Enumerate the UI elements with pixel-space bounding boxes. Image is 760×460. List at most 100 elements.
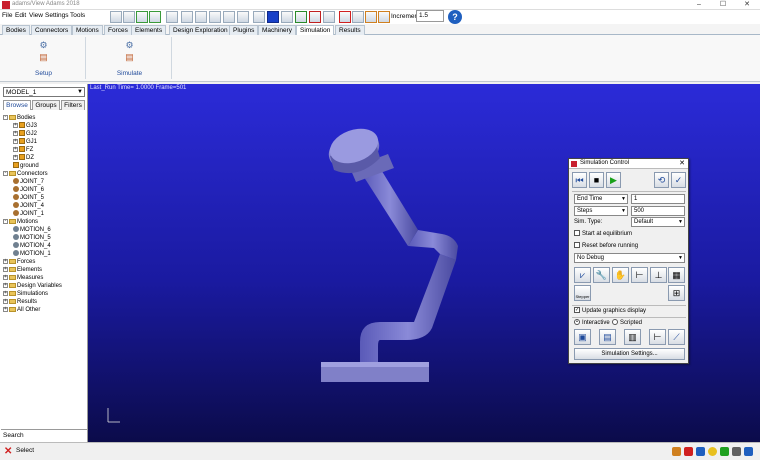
- rewind-icon[interactable]: ⏮: [572, 172, 587, 188]
- tree-node[interactable]: + Forces: [3, 258, 35, 266]
- save-icon[interactable]: [123, 11, 135, 23]
- tab-filters[interactable]: Filters: [61, 100, 85, 110]
- end-time-input[interactable]: 1: [631, 194, 685, 204]
- tree-node[interactable]: + Results: [3, 298, 37, 306]
- tree-node[interactable]: + FZ: [13, 146, 33, 154]
- view-front-icon[interactable]: [181, 11, 193, 23]
- expand-toggle-icon[interactable]: +: [3, 306, 8, 312]
- undo-icon[interactable]: [136, 11, 148, 23]
- status-icon-4[interactable]: [708, 447, 717, 456]
- view-right-icon[interactable]: [209, 11, 221, 23]
- expand-toggle-icon[interactable]: +: [13, 130, 18, 136]
- stepper-button[interactable]: Stepper: [574, 285, 591, 301]
- expand-toggle-icon[interactable]: +: [3, 274, 8, 280]
- tree-node[interactable]: JOINT_6: [13, 186, 44, 194]
- status-icon-6[interactable]: [732, 447, 741, 456]
- simulation-control-dialog[interactable]: Simulation Control ✕ ⏮ ■ ▶ ⟲ ✓ End Time ▼…: [568, 158, 689, 364]
- ribbon-group-simulate[interactable]: ⚙ ▤ Simulate: [88, 37, 172, 79]
- simulation-settings-button[interactable]: Simulation Settings...: [574, 348, 685, 360]
- tab-connectors[interactable]: Connectors: [31, 25, 73, 35]
- tools-icon[interactable]: [378, 11, 390, 23]
- graph-plot-icon[interactable]: ⊥: [650, 267, 667, 283]
- tree-node[interactable]: + GJ3: [13, 122, 37, 130]
- tab-simulation[interactable]: Simulation: [296, 25, 335, 35]
- select-tool-icon[interactable]: [166, 11, 178, 23]
- expand-toggle-icon[interactable]: +: [13, 154, 18, 160]
- tree-node[interactable]: + Simulations: [3, 290, 48, 298]
- search-input[interactable]: Search: [1, 429, 87, 440]
- postprocess-icon[interactable]: ⟋: [668, 329, 685, 345]
- rotate-view-icon[interactable]: [323, 11, 335, 23]
- menu-tools[interactable]: Tools: [70, 12, 85, 19]
- view-top-icon[interactable]: [195, 11, 207, 23]
- stop-icon[interactable]: ■: [589, 172, 604, 188]
- tree-node[interactable]: + GJ2: [13, 130, 37, 138]
- dialog-title-bar[interactable]: Simulation Control ✕: [569, 159, 688, 169]
- tree-node[interactable]: JOINT_5: [13, 194, 44, 202]
- center-view-icon[interactable]: [309, 11, 321, 23]
- tab-results[interactable]: Results: [335, 25, 365, 35]
- tab-bodies[interactable]: Bodies: [2, 25, 30, 35]
- sim-type-select[interactable]: Default ▼: [631, 217, 685, 227]
- tab-plugins[interactable]: Plugins: [229, 25, 259, 35]
- close-icon[interactable]: ✕: [736, 0, 758, 10]
- tab-elements[interactable]: Elements: [131, 25, 167, 35]
- maximize-icon[interactable]: ☐: [712, 0, 734, 10]
- update-graphics-checkbox[interactable]: ✓ Update graphics display: [574, 307, 646, 315]
- expand-toggle-icon[interactable]: -: [3, 170, 8, 176]
- status-icon-2[interactable]: [684, 447, 693, 456]
- tree-node[interactable]: + Measures: [3, 274, 43, 282]
- status-icon-3[interactable]: [696, 447, 705, 456]
- tree-node[interactable]: + DZ: [13, 154, 34, 162]
- expand-toggle-icon[interactable]: -: [3, 218, 8, 224]
- tree-node[interactable]: JOINT_7: [13, 178, 44, 186]
- grid-icon[interactable]: [253, 11, 265, 23]
- help-icon[interactable]: ?: [448, 10, 462, 24]
- tree-node[interactable]: - Bodies: [3, 114, 35, 122]
- model-select[interactable]: MODEL_1 ▼: [3, 87, 85, 97]
- fit-view-icon[interactable]: [281, 11, 293, 23]
- tab-design-exploration[interactable]: Design Exploration: [169, 25, 232, 35]
- tree-node[interactable]: ground: [13, 162, 39, 170]
- end-time-select[interactable]: End Time ▼: [574, 194, 628, 204]
- start-equilibrium-checkbox[interactable]: Start at equilibrium: [574, 230, 632, 238]
- expand-toggle-icon[interactable]: -: [3, 114, 8, 120]
- expand-toggle-icon[interactable]: +: [13, 138, 18, 144]
- confirm-check-icon[interactable]: ✓: [671, 172, 686, 188]
- tree-node[interactable]: + All Other: [3, 306, 40, 314]
- play-icon[interactable]: ▶: [606, 172, 621, 188]
- table-plot-icon[interactable]: ⊢: [631, 267, 648, 283]
- plot-xy-icon[interactable]: ⊢: [649, 329, 666, 345]
- tree-node[interactable]: + Elements: [3, 266, 42, 274]
- menu-edit[interactable]: Edit: [15, 12, 26, 19]
- menu-settings[interactable]: Settings: [45, 12, 69, 19]
- tab-machinery[interactable]: Machinery: [258, 25, 296, 35]
- tree-node[interactable]: + GJ1: [13, 138, 37, 146]
- redo-icon[interactable]: [149, 11, 161, 23]
- scripted-radio[interactable]: Scripted: [612, 319, 642, 327]
- expand-toggle-icon[interactable]: +: [3, 282, 8, 288]
- reset-before-checkbox[interactable]: Reset before running: [574, 242, 638, 250]
- new-model-icon[interactable]: [110, 11, 122, 23]
- animation-icon[interactable]: ▦: [668, 267, 685, 283]
- save-sim-icon[interactable]: ▣: [574, 329, 591, 345]
- debug-select[interactable]: No Debug ▼: [574, 253, 685, 263]
- tree-node[interactable]: MOTION_1: [13, 250, 51, 258]
- info-icon[interactable]: [339, 11, 351, 23]
- measure-plot-icon[interactable]: ⩗: [574, 267, 591, 283]
- tree-node[interactable]: - Motions: [3, 218, 38, 226]
- tree-node[interactable]: MOTION_4: [13, 242, 51, 250]
- interactive-radio[interactable]: • Interactive: [574, 319, 610, 327]
- view-iso-icon[interactable]: [223, 11, 235, 23]
- tree-node[interactable]: - Connectors: [3, 170, 48, 178]
- tree-node[interactable]: + Design Variables: [3, 282, 62, 290]
- status-icon-5[interactable]: [720, 447, 729, 456]
- reset-icon[interactable]: ⟲: [654, 172, 669, 188]
- status-icon-7[interactable]: [744, 447, 753, 456]
- tree-node[interactable]: MOTION_6: [13, 226, 51, 234]
- minimize-icon[interactable]: –: [688, 0, 710, 10]
- frames-icon[interactable]: ▥: [624, 329, 641, 345]
- steps-input[interactable]: 500: [631, 206, 685, 216]
- hand-icon[interactable]: ✋: [612, 267, 629, 283]
- cancel-x-icon[interactable]: ✕: [4, 446, 12, 457]
